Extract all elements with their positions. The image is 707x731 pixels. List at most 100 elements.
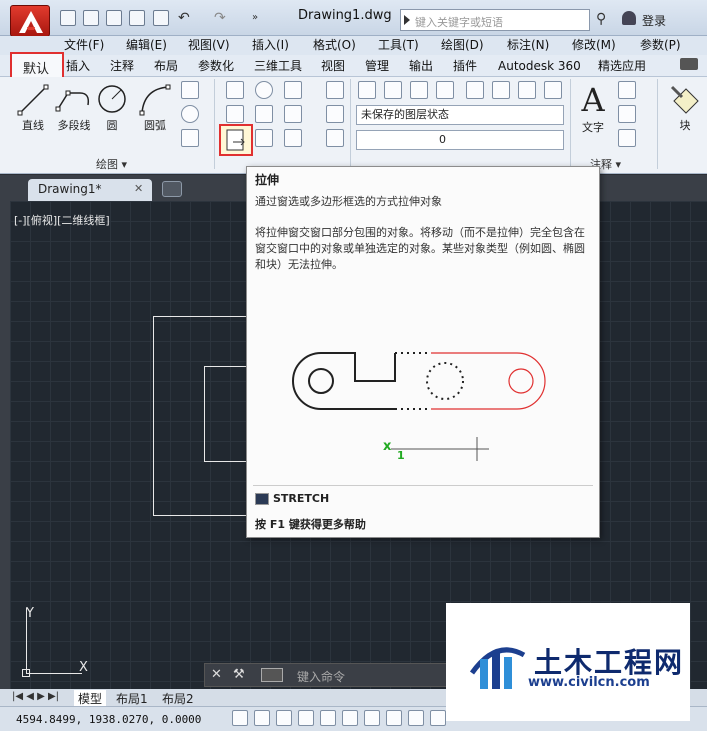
text-tool[interactable]: A 文字 [574, 81, 612, 135]
array-icon[interactable] [284, 129, 302, 147]
menu-modify[interactable]: 修改(M) [572, 36, 616, 55]
dimension-icon[interactable] [618, 81, 636, 99]
block-tool[interactable]: 块 [666, 81, 704, 133]
layer-dropdown[interactable]: 0 [356, 130, 564, 150]
application-menu-button[interactable] [10, 5, 50, 37]
tab-output[interactable]: 输出 [409, 57, 433, 75]
copy-icon[interactable] [226, 105, 244, 123]
drawn-rectangle-inner [204, 366, 248, 462]
layer-properties-icon[interactable] [358, 81, 376, 99]
layout-nav-icons[interactable]: |◀ ◀ ▶ ▶| [12, 691, 59, 702]
snap-mode-icon[interactable] [254, 710, 270, 726]
arc-tool[interactable]: 圆弧 [138, 81, 172, 133]
drawing-tab[interactable]: Drawing1* ✕ [28, 179, 152, 201]
infer-constraints-icon[interactable] [232, 710, 248, 726]
menu-tools[interactable]: 工具(T) [378, 36, 419, 55]
overflow-icon[interactable]: » [252, 12, 258, 23]
tab-featured-apps[interactable]: 精选应用 [598, 57, 646, 75]
tab-manage[interactable]: 管理 [365, 57, 389, 75]
new-file-icon[interactable] [60, 10, 76, 26]
stretch-illustration [292, 352, 546, 461]
menu-format[interactable]: 格式(O) [313, 36, 356, 55]
tab-annotate[interactable]: 注释 [110, 57, 134, 75]
polyline-tool[interactable]: 多段线 [54, 81, 94, 133]
layout-tab-2[interactable]: 布局2 [162, 690, 194, 707]
open-file-icon[interactable] [83, 10, 99, 26]
menu-file[interactable]: 文件(F) [64, 36, 104, 55]
search-input[interactable]: 键入关键字或短语 [400, 9, 590, 31]
trim-icon[interactable] [284, 81, 302, 99]
redo-icon[interactable]: ↷ [214, 10, 226, 26]
close-cmdline-icon[interactable]: ✕ [211, 667, 222, 682]
layer-icon-5[interactable] [466, 81, 484, 99]
move-icon[interactable] [226, 81, 244, 99]
gradient-icon[interactable] [181, 129, 199, 147]
line-tool[interactable]: 直线 [16, 81, 50, 133]
rotate-icon[interactable] [255, 81, 273, 99]
layer-icon-4[interactable] [436, 81, 454, 99]
menu-parameters[interactable]: 参数(P) [640, 36, 681, 55]
hatch-icon[interactable] [181, 105, 199, 123]
new-tab-icon[interactable] [162, 181, 182, 197]
layout-tab-model[interactable]: 模型 [74, 690, 107, 707]
expand-arrow-icon[interactable] [404, 15, 410, 25]
offset-icon[interactable] [326, 129, 344, 147]
table-icon[interactable] [618, 129, 636, 147]
ribbon-toggle-icon[interactable] [680, 58, 698, 70]
tab-insert[interactable]: 插入 [66, 57, 90, 75]
grid-display-icon[interactable] [276, 710, 292, 726]
wrench-icon[interactable]: ⚒ [233, 667, 245, 682]
menu-insert[interactable]: 插入(I) [252, 36, 289, 55]
login-link[interactable]: 登录 [642, 12, 666, 29]
menu-view[interactable]: 视图(V) [188, 36, 230, 55]
layout-tab-1[interactable]: 布局1 [116, 690, 148, 707]
dynamic-input-icon[interactable] [430, 710, 446, 726]
menu-dimension[interactable]: 标注(N) [507, 36, 549, 55]
line-tool-label: 直线 [22, 119, 44, 132]
save-icon[interactable] [106, 10, 122, 26]
tab-home[interactable]: 默认 [10, 52, 64, 80]
polar-tracking-icon[interactable] [320, 710, 336, 726]
command-prompt-icon[interactable] [261, 668, 283, 682]
layer-icon-7[interactable] [518, 81, 536, 99]
tab-3d-tools[interactable]: 三维工具 [254, 57, 302, 75]
layer-icon-8[interactable] [544, 81, 562, 99]
tab-view[interactable]: 视图 [321, 57, 345, 75]
layer-state-dropdown[interactable]: 未保存的图层状态 [356, 105, 564, 125]
command-input[interactable]: 键入命令 [297, 668, 345, 685]
object-snap-tracking-icon[interactable] [386, 710, 402, 726]
scale-icon[interactable] [255, 129, 273, 147]
block-insert-icon [670, 85, 699, 114]
undo-icon[interactable]: ↶ [178, 10, 190, 26]
tab-autodesk-360[interactable]: Autodesk 360 [498, 57, 581, 75]
layer-icon-3[interactable] [410, 81, 428, 99]
leader-icon[interactable] [618, 105, 636, 123]
binoculars-icon[interactable]: ⚲ [596, 11, 606, 27]
tab-parametric[interactable]: 参数化 [198, 57, 234, 75]
print-icon[interactable] [153, 10, 169, 26]
command-line[interactable]: ✕ ⚒ 键入命令 [204, 663, 464, 687]
mirror-icon[interactable] [255, 105, 273, 123]
stretch-button[interactable] [219, 124, 253, 156]
menu-draw[interactable]: 绘图(D) [441, 36, 484, 55]
tab-plugins[interactable]: 插件 [453, 57, 477, 75]
rectangle-icon[interactable] [181, 81, 199, 99]
object-snap-icon[interactable] [342, 710, 358, 726]
viewport-controls[interactable]: [-][俯视][二维线框] [14, 212, 110, 228]
explode-icon[interactable] [326, 105, 344, 123]
layer-icon-6[interactable] [492, 81, 510, 99]
layer-icon-2[interactable] [384, 81, 402, 99]
search-placeholder: 键入关键字或短语 [415, 16, 503, 29]
menu-edit[interactable]: 编辑(E) [126, 36, 167, 55]
draw-panel-label[interactable]: 绘图 ▾ [96, 156, 127, 172]
close-tab-icon[interactable]: ✕ [134, 182, 143, 195]
tab-layout[interactable]: 布局 [154, 57, 178, 75]
ortho-mode-icon[interactable] [298, 710, 314, 726]
3d-object-snap-icon[interactable] [364, 710, 380, 726]
dynamic-ucs-icon[interactable] [408, 710, 424, 726]
circle-tool[interactable]: 圆 [96, 81, 128, 133]
fillet-icon[interactable] [284, 105, 302, 123]
ucs-x-label: X [79, 660, 88, 675]
erase-icon[interactable] [326, 81, 344, 99]
save-as-icon[interactable] [129, 10, 145, 26]
